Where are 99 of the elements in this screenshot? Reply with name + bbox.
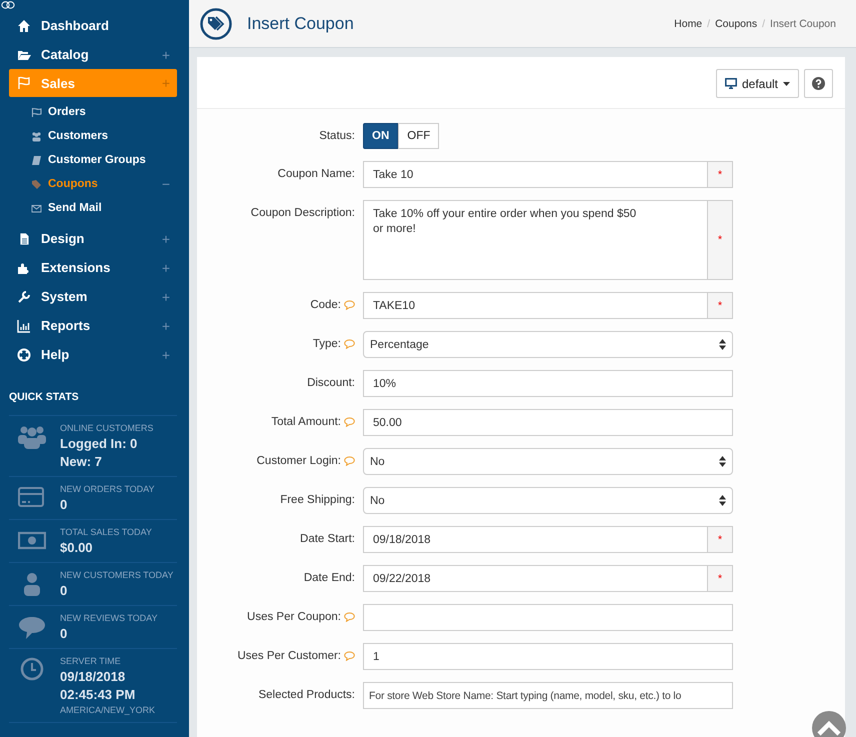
mail-icon xyxy=(31,202,42,214)
nav-item[interactable]: Extensions + xyxy=(9,253,177,282)
text-field[interactable]: 50.00 xyxy=(363,409,733,436)
select-dropdown[interactable]: Percentage xyxy=(363,331,733,358)
field-label: Coupon Description: xyxy=(250,207,355,219)
speech-bubble-icon[interactable] xyxy=(344,339,355,349)
required-marker: * xyxy=(708,200,733,280)
field-label: Customer Login: xyxy=(256,455,341,467)
monitor-icon xyxy=(724,78,737,89)
text-field[interactable]: Take 10 xyxy=(363,161,708,188)
quick-stats-heading: QUICK STATS xyxy=(9,391,80,403)
design-icon xyxy=(17,232,31,246)
select-dropdown[interactable]: No xyxy=(363,487,733,514)
text-field[interactable]: 09/22/2018 xyxy=(363,565,708,592)
nav-subitem[interactable]: Customers xyxy=(31,124,177,148)
users-icon xyxy=(18,424,46,450)
nav-subitem[interactable]: Customer Groups xyxy=(31,148,177,172)
speech-bubble-icon[interactable] xyxy=(344,417,355,427)
updown-arrows-icon xyxy=(719,495,726,506)
nav-item[interactable]: Help + xyxy=(9,340,177,369)
field-label: Coupon Name: xyxy=(278,168,355,180)
logo-icon xyxy=(1,1,15,9)
timezone-label: AMERICA/NEW_YORK xyxy=(60,704,156,717)
stat-label: SERVER TIME xyxy=(60,655,122,668)
field-label: Discount: xyxy=(307,377,355,389)
stat-value: 0 xyxy=(60,625,68,643)
stat-value: 02:45:43 PM xyxy=(60,686,136,704)
puzzle-icon xyxy=(17,260,31,274)
help-button[interactable] xyxy=(804,69,833,98)
text-field[interactable]: 10% xyxy=(363,370,733,397)
flag-icon xyxy=(31,106,42,118)
field-label: Type: xyxy=(312,338,341,350)
breadcrumb-link[interactable]: Coupons xyxy=(715,18,758,30)
speech-bubble-icon[interactable] xyxy=(344,300,355,310)
field-label: Date End: xyxy=(304,572,355,584)
stat-value: New: 7 xyxy=(60,453,103,471)
stat-label: ONLINE CUSTOMERS xyxy=(60,422,154,435)
breadcrumb-separator: / xyxy=(707,18,710,30)
updown-arrows-icon xyxy=(719,339,726,350)
stat-value: 09/18/2018 xyxy=(60,668,126,686)
updown-arrows-icon xyxy=(719,456,726,467)
caret-icon xyxy=(783,82,790,86)
chevron-up-icon xyxy=(817,720,841,736)
flag-icon xyxy=(17,76,31,90)
stat-value: 0 xyxy=(60,582,68,600)
field-label: Free Shipping: xyxy=(280,494,355,506)
stat-label: NEW CUSTOMERS TODAY xyxy=(60,569,174,582)
lifebuoy-icon xyxy=(17,348,31,362)
chart-icon xyxy=(17,318,31,332)
field-label: Code: xyxy=(310,299,341,311)
nav-item[interactable]: Catalog + xyxy=(9,40,177,69)
users-icon xyxy=(31,130,42,142)
nav-subitem[interactable]: Send Mail xyxy=(31,196,177,220)
description-textarea[interactable]: Take 10% off your entire order when you spend $50 or more! xyxy=(363,200,708,280)
status-toggle-button[interactable]: ON xyxy=(363,123,398,149)
stat-label: NEW ORDERS TODAY xyxy=(60,483,155,496)
select-dropdown[interactable]: No xyxy=(363,448,733,475)
required-marker: * xyxy=(708,526,733,553)
status-toggle-button[interactable]: OFF xyxy=(398,123,440,149)
layout-dropdown-button[interactable]: default xyxy=(716,69,799,98)
tag-icon xyxy=(31,178,42,190)
stat-value: $0.00 xyxy=(60,539,94,557)
text-field[interactable]: TAKE10 xyxy=(363,292,708,319)
field-label: Status: xyxy=(319,130,355,142)
nav-item[interactable]: Design + xyxy=(9,224,177,253)
stat-label: NEW REVIEWS TODAY xyxy=(60,612,158,625)
clock-icon xyxy=(18,657,46,683)
field-label: Uses Per Customer: xyxy=(237,650,341,662)
stat-label: TOTAL SALES TODAY xyxy=(60,526,152,539)
speech-bubble-icon[interactable] xyxy=(344,456,355,466)
speech-bubble-icon[interactable] xyxy=(344,612,355,622)
required-marker: * xyxy=(708,565,733,592)
page-title: Insert Coupon xyxy=(247,14,355,34)
breadcrumb-separator: / xyxy=(762,18,766,30)
tags-icon xyxy=(200,8,232,40)
text-field[interactable]: For store Web Store Name: Start typing (name, model, sku, etc.) to lo xyxy=(363,682,733,709)
bubble-icon xyxy=(18,614,46,640)
text-field[interactable]: 09/18/2018 xyxy=(363,526,708,553)
speech-bubble-icon[interactable] xyxy=(344,651,355,661)
help-icon xyxy=(812,77,825,90)
nav-item[interactable]: System + xyxy=(9,282,177,311)
stat-value: 0 xyxy=(60,496,68,514)
nav-item[interactable]: Dashboard xyxy=(9,11,177,40)
nav-item[interactable]: Reports + xyxy=(9,311,177,340)
stat-value: Logged In: 0 xyxy=(60,435,138,453)
field-label: Total Amount: xyxy=(271,416,341,428)
field-label: Selected Products: xyxy=(258,689,355,701)
field-label: Uses Per Coupon: xyxy=(247,611,341,623)
home-icon xyxy=(17,18,31,32)
text-field[interactable]: 1 xyxy=(363,643,733,670)
text-field[interactable] xyxy=(363,604,733,631)
breadcrumb-link[interactable]: Home xyxy=(674,18,702,30)
nav-subitem[interactable]: Orders xyxy=(31,100,177,124)
wrench-icon xyxy=(17,290,31,304)
breadcrumb-current: Insert Coupon xyxy=(770,18,836,30)
field-label: Date Start: xyxy=(300,533,355,545)
nav-subitem[interactable]: Coupons − xyxy=(31,172,177,196)
required-marker: * xyxy=(708,161,733,188)
required-marker: * xyxy=(708,292,733,319)
